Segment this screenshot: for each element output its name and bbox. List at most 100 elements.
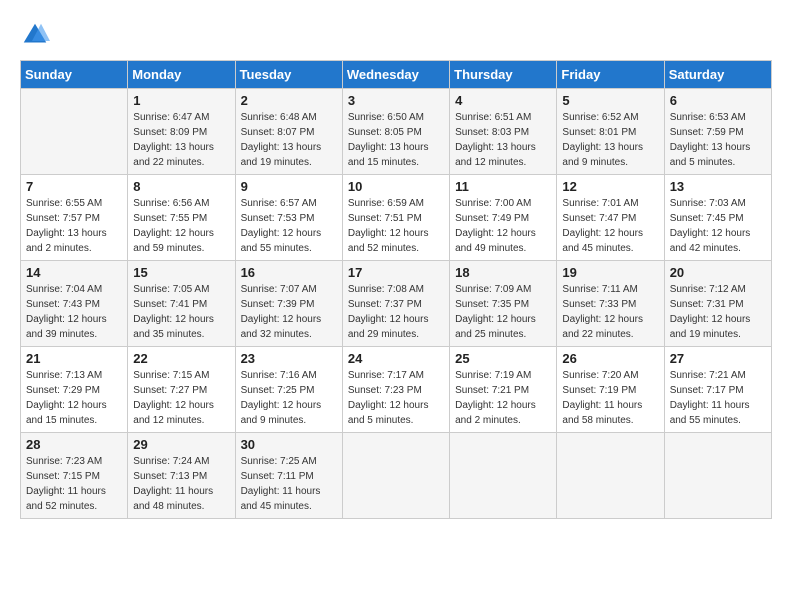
logo-icon	[20, 20, 50, 50]
calendar-cell	[557, 433, 664, 519]
calendar-cell	[342, 433, 449, 519]
calendar-cell: 16 Sunrise: 7:07 AM Sunset: 7:39 PM Dayli…	[235, 261, 342, 347]
day-info: Sunrise: 7:08 AM Sunset: 7:37 PM Dayligh…	[348, 282, 444, 342]
calendar-cell: 28 Sunrise: 7:23 AM Sunset: 7:15 PM Dayli…	[21, 433, 128, 519]
day-info: Sunrise: 7:25 AM Sunset: 7:11 PM Dayligh…	[241, 454, 337, 514]
day-info: Sunrise: 6:50 AM Sunset: 8:05 PM Dayligh…	[348, 110, 444, 170]
header-monday: Monday	[128, 61, 235, 89]
day-number: 1	[133, 93, 229, 108]
calendar-cell: 17 Sunrise: 7:08 AM Sunset: 7:37 PM Dayli…	[342, 261, 449, 347]
calendar-cell: 10 Sunrise: 6:59 AM Sunset: 7:51 PM Dayli…	[342, 175, 449, 261]
calendar-cell: 12 Sunrise: 7:01 AM Sunset: 7:47 PM Dayli…	[557, 175, 664, 261]
calendar-week-1: 1 Sunrise: 6:47 AM Sunset: 8:09 PM Daylig…	[21, 89, 772, 175]
day-number: 18	[455, 265, 551, 280]
day-number: 24	[348, 351, 444, 366]
day-info: Sunrise: 7:04 AM Sunset: 7:43 PM Dayligh…	[26, 282, 122, 342]
day-number: 20	[670, 265, 766, 280]
day-number: 22	[133, 351, 229, 366]
day-info: Sunrise: 7:12 AM Sunset: 7:31 PM Dayligh…	[670, 282, 766, 342]
calendar-table: SundayMondayTuesdayWednesdayThursdayFrid…	[20, 60, 772, 519]
day-info: Sunrise: 7:17 AM Sunset: 7:23 PM Dayligh…	[348, 368, 444, 428]
day-number: 14	[26, 265, 122, 280]
day-number: 12	[562, 179, 658, 194]
calendar-cell: 1 Sunrise: 6:47 AM Sunset: 8:09 PM Daylig…	[128, 89, 235, 175]
day-number: 4	[455, 93, 551, 108]
day-info: Sunrise: 7:24 AM Sunset: 7:13 PM Dayligh…	[133, 454, 229, 514]
day-number: 11	[455, 179, 551, 194]
calendar-cell: 15 Sunrise: 7:05 AM Sunset: 7:41 PM Dayli…	[128, 261, 235, 347]
calendar-cell: 20 Sunrise: 7:12 AM Sunset: 7:31 PM Dayli…	[664, 261, 771, 347]
day-number: 8	[133, 179, 229, 194]
day-info: Sunrise: 7:13 AM Sunset: 7:29 PM Dayligh…	[26, 368, 122, 428]
header-friday: Friday	[557, 61, 664, 89]
day-number: 3	[348, 93, 444, 108]
day-number: 15	[133, 265, 229, 280]
calendar-cell: 6 Sunrise: 6:53 AM Sunset: 7:59 PM Daylig…	[664, 89, 771, 175]
day-info: Sunrise: 7:15 AM Sunset: 7:27 PM Dayligh…	[133, 368, 229, 428]
calendar-cell: 19 Sunrise: 7:11 AM Sunset: 7:33 PM Dayli…	[557, 261, 664, 347]
calendar-week-5: 28 Sunrise: 7:23 AM Sunset: 7:15 PM Dayli…	[21, 433, 772, 519]
day-info: Sunrise: 6:51 AM Sunset: 8:03 PM Dayligh…	[455, 110, 551, 170]
day-info: Sunrise: 6:53 AM Sunset: 7:59 PM Dayligh…	[670, 110, 766, 170]
day-number: 17	[348, 265, 444, 280]
day-number: 28	[26, 437, 122, 452]
day-number: 25	[455, 351, 551, 366]
calendar-week-3: 14 Sunrise: 7:04 AM Sunset: 7:43 PM Dayli…	[21, 261, 772, 347]
calendar-cell: 2 Sunrise: 6:48 AM Sunset: 8:07 PM Daylig…	[235, 89, 342, 175]
calendar-cell: 9 Sunrise: 6:57 AM Sunset: 7:53 PM Daylig…	[235, 175, 342, 261]
header-saturday: Saturday	[664, 61, 771, 89]
day-info: Sunrise: 7:01 AM Sunset: 7:47 PM Dayligh…	[562, 196, 658, 256]
day-number: 19	[562, 265, 658, 280]
header-wednesday: Wednesday	[342, 61, 449, 89]
calendar-cell: 30 Sunrise: 7:25 AM Sunset: 7:11 PM Dayli…	[235, 433, 342, 519]
day-info: Sunrise: 7:05 AM Sunset: 7:41 PM Dayligh…	[133, 282, 229, 342]
calendar-cell: 27 Sunrise: 7:21 AM Sunset: 7:17 PM Dayli…	[664, 347, 771, 433]
calendar-cell	[664, 433, 771, 519]
calendar-cell: 26 Sunrise: 7:20 AM Sunset: 7:19 PM Dayli…	[557, 347, 664, 433]
calendar-cell: 5 Sunrise: 6:52 AM Sunset: 8:01 PM Daylig…	[557, 89, 664, 175]
header-tuesday: Tuesday	[235, 61, 342, 89]
calendar-week-2: 7Sunrise: 6:55 AM Sunset: 7:57 PM Daylig…	[21, 175, 772, 261]
day-number: 13	[670, 179, 766, 194]
calendar-cell: 24 Sunrise: 7:17 AM Sunset: 7:23 PM Dayli…	[342, 347, 449, 433]
day-info: Sunrise: 7:00 AM Sunset: 7:49 PM Dayligh…	[455, 196, 551, 256]
day-number: 2	[241, 93, 337, 108]
day-number: 26	[562, 351, 658, 366]
day-info: Sunrise: 6:47 AM Sunset: 8:09 PM Dayligh…	[133, 110, 229, 170]
calendar-header-row: SundayMondayTuesdayWednesdayThursdayFrid…	[21, 61, 772, 89]
day-number: 29	[133, 437, 229, 452]
day-info: Sunrise: 6:48 AM Sunset: 8:07 PM Dayligh…	[241, 110, 337, 170]
day-number: 9	[241, 179, 337, 194]
day-number: 6	[670, 93, 766, 108]
day-info: Sunrise: 7:03 AM Sunset: 7:45 PM Dayligh…	[670, 196, 766, 256]
day-info: Sunrise: 6:55 AM Sunset: 7:57 PM Dayligh…	[26, 196, 122, 256]
day-info: Sunrise: 7:21 AM Sunset: 7:17 PM Dayligh…	[670, 368, 766, 428]
day-number: 16	[241, 265, 337, 280]
calendar-cell: 18Sunrise: 7:09 AM Sunset: 7:35 PM Dayli…	[450, 261, 557, 347]
day-info: Sunrise: 6:52 AM Sunset: 8:01 PM Dayligh…	[562, 110, 658, 170]
calendar-cell	[450, 433, 557, 519]
calendar-cell: 4 Sunrise: 6:51 AM Sunset: 8:03 PM Daylig…	[450, 89, 557, 175]
day-info: Sunrise: 7:16 AM Sunset: 7:25 PM Dayligh…	[241, 368, 337, 428]
day-info: Sunrise: 6:57 AM Sunset: 7:53 PM Dayligh…	[241, 196, 337, 256]
calendar-week-4: 21Sunrise: 7:13 AM Sunset: 7:29 PM Dayli…	[21, 347, 772, 433]
day-info: Sunrise: 7:11 AM Sunset: 7:33 PM Dayligh…	[562, 282, 658, 342]
day-number: 23	[241, 351, 337, 366]
day-number: 10	[348, 179, 444, 194]
day-info: Sunrise: 6:59 AM Sunset: 7:51 PM Dayligh…	[348, 196, 444, 256]
day-number: 30	[241, 437, 337, 452]
calendar-cell: 23 Sunrise: 7:16 AM Sunset: 7:25 PM Dayli…	[235, 347, 342, 433]
logo	[20, 20, 54, 50]
calendar-cell: 7Sunrise: 6:55 AM Sunset: 7:57 PM Daylig…	[21, 175, 128, 261]
calendar-cell: 13 Sunrise: 7:03 AM Sunset: 7:45 PM Dayli…	[664, 175, 771, 261]
day-info: Sunrise: 7:07 AM Sunset: 7:39 PM Dayligh…	[241, 282, 337, 342]
day-number: 5	[562, 93, 658, 108]
day-info: Sunrise: 7:20 AM Sunset: 7:19 PM Dayligh…	[562, 368, 658, 428]
day-number: 27	[670, 351, 766, 366]
day-info: Sunrise: 7:19 AM Sunset: 7:21 PM Dayligh…	[455, 368, 551, 428]
calendar-cell: 25 Sunrise: 7:19 AM Sunset: 7:21 PM Dayli…	[450, 347, 557, 433]
day-info: Sunrise: 7:23 AM Sunset: 7:15 PM Dayligh…	[26, 454, 122, 514]
calendar-cell	[21, 89, 128, 175]
calendar-cell: 21Sunrise: 7:13 AM Sunset: 7:29 PM Dayli…	[21, 347, 128, 433]
header-thursday: Thursday	[450, 61, 557, 89]
